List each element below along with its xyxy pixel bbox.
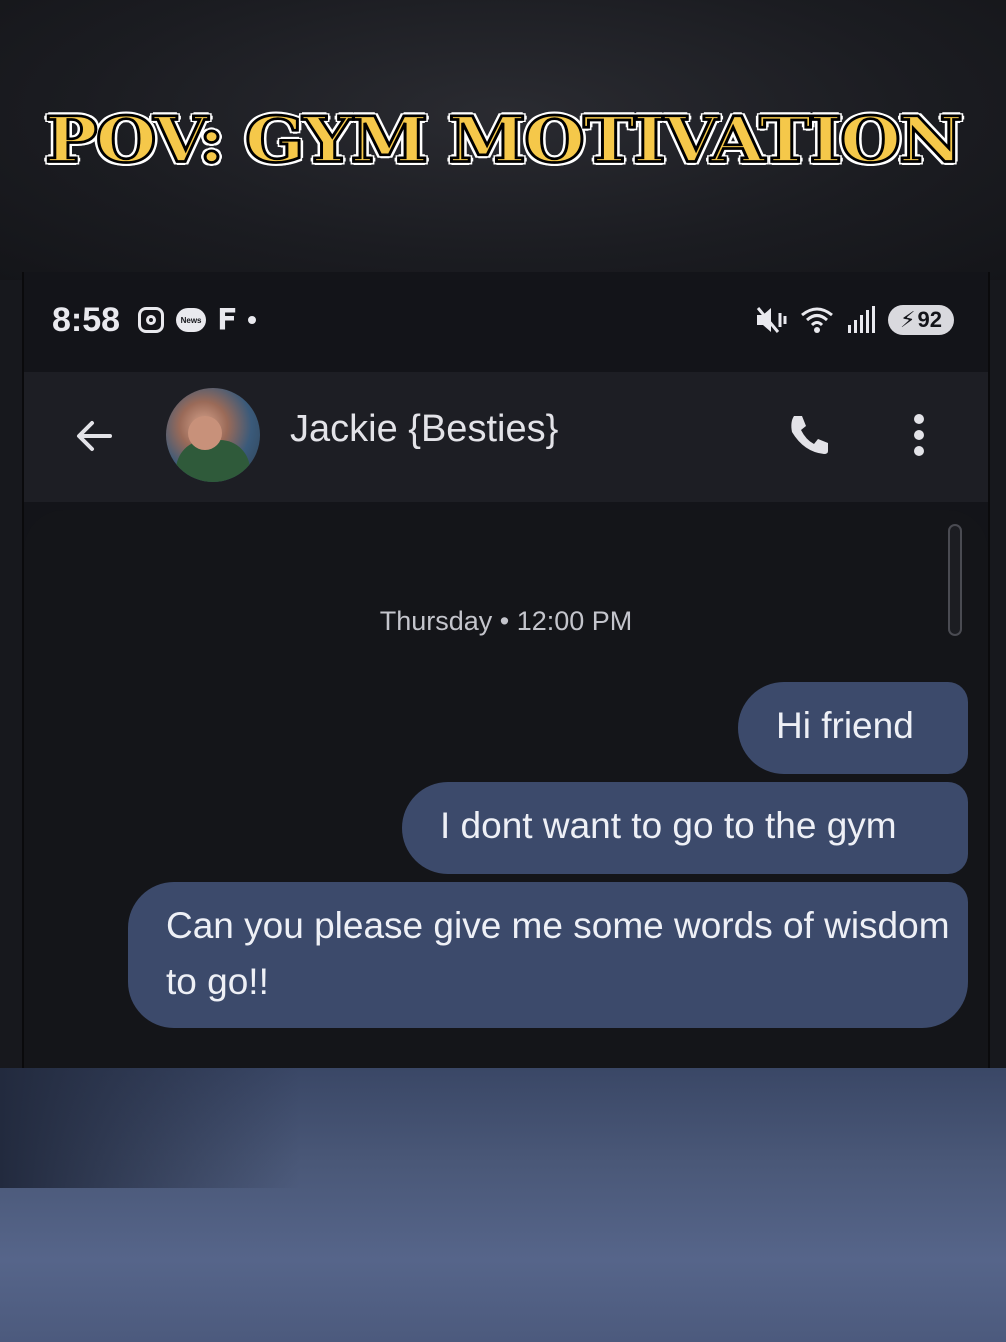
- message-bubble[interactable]: Hi friend: [738, 682, 968, 774]
- conversation-header: Jackie {Besties}: [24, 372, 988, 502]
- message-bubble[interactable]: I dont want to go to the gym: [402, 782, 968, 874]
- battery-indicator: ⚡ 92: [888, 305, 954, 335]
- contact-name[interactable]: Jackie {Besties}: [290, 408, 558, 451]
- status-time: 8:58: [52, 300, 121, 339]
- instagram-icon: [138, 307, 165, 333]
- charging-icon: ⚡: [900, 307, 916, 332]
- f-app-icon: 𝐅: [218, 303, 236, 335]
- message-list[interactable]: Thursday • 12:00 PM Hi friend I dont wan…: [24, 510, 988, 1070]
- mute-vibrate-icon: [756, 307, 787, 333]
- phone-screen: 8:58 News 𝐅 ⚡ 92 Jackie {Besties} Thursd…: [22, 272, 990, 1070]
- message-timestamp: Thursday • 12:00 PM: [379, 606, 633, 636]
- dot-icon: [247, 316, 256, 324]
- wifi-icon: [801, 307, 833, 333]
- status-bar: 8:58 News 𝐅 ⚡ 92: [52, 296, 954, 344]
- more-vert-icon[interactable]: [904, 410, 934, 460]
- signal-icon: [848, 306, 875, 333]
- contact-avatar[interactable]: [166, 388, 260, 482]
- system-icons: ⚡ 92: [754, 305, 954, 335]
- news-icon: News: [176, 308, 207, 332]
- overlay-title-container: POV: GYM MOTIVATION: [0, 98, 1006, 181]
- battery-level: 92: [917, 307, 942, 332]
- blurred-shadow: [0, 1068, 300, 1188]
- overlay-title: POV: GYM MOTIVATION: [44, 101, 965, 178]
- arrow-back-icon[interactable]: [70, 412, 118, 460]
- phone-icon[interactable]: [784, 410, 834, 460]
- notification-icons: News 𝐅: [138, 304, 256, 337]
- message-bubble[interactable]: Can you please give me some words of wis…: [128, 882, 968, 1028]
